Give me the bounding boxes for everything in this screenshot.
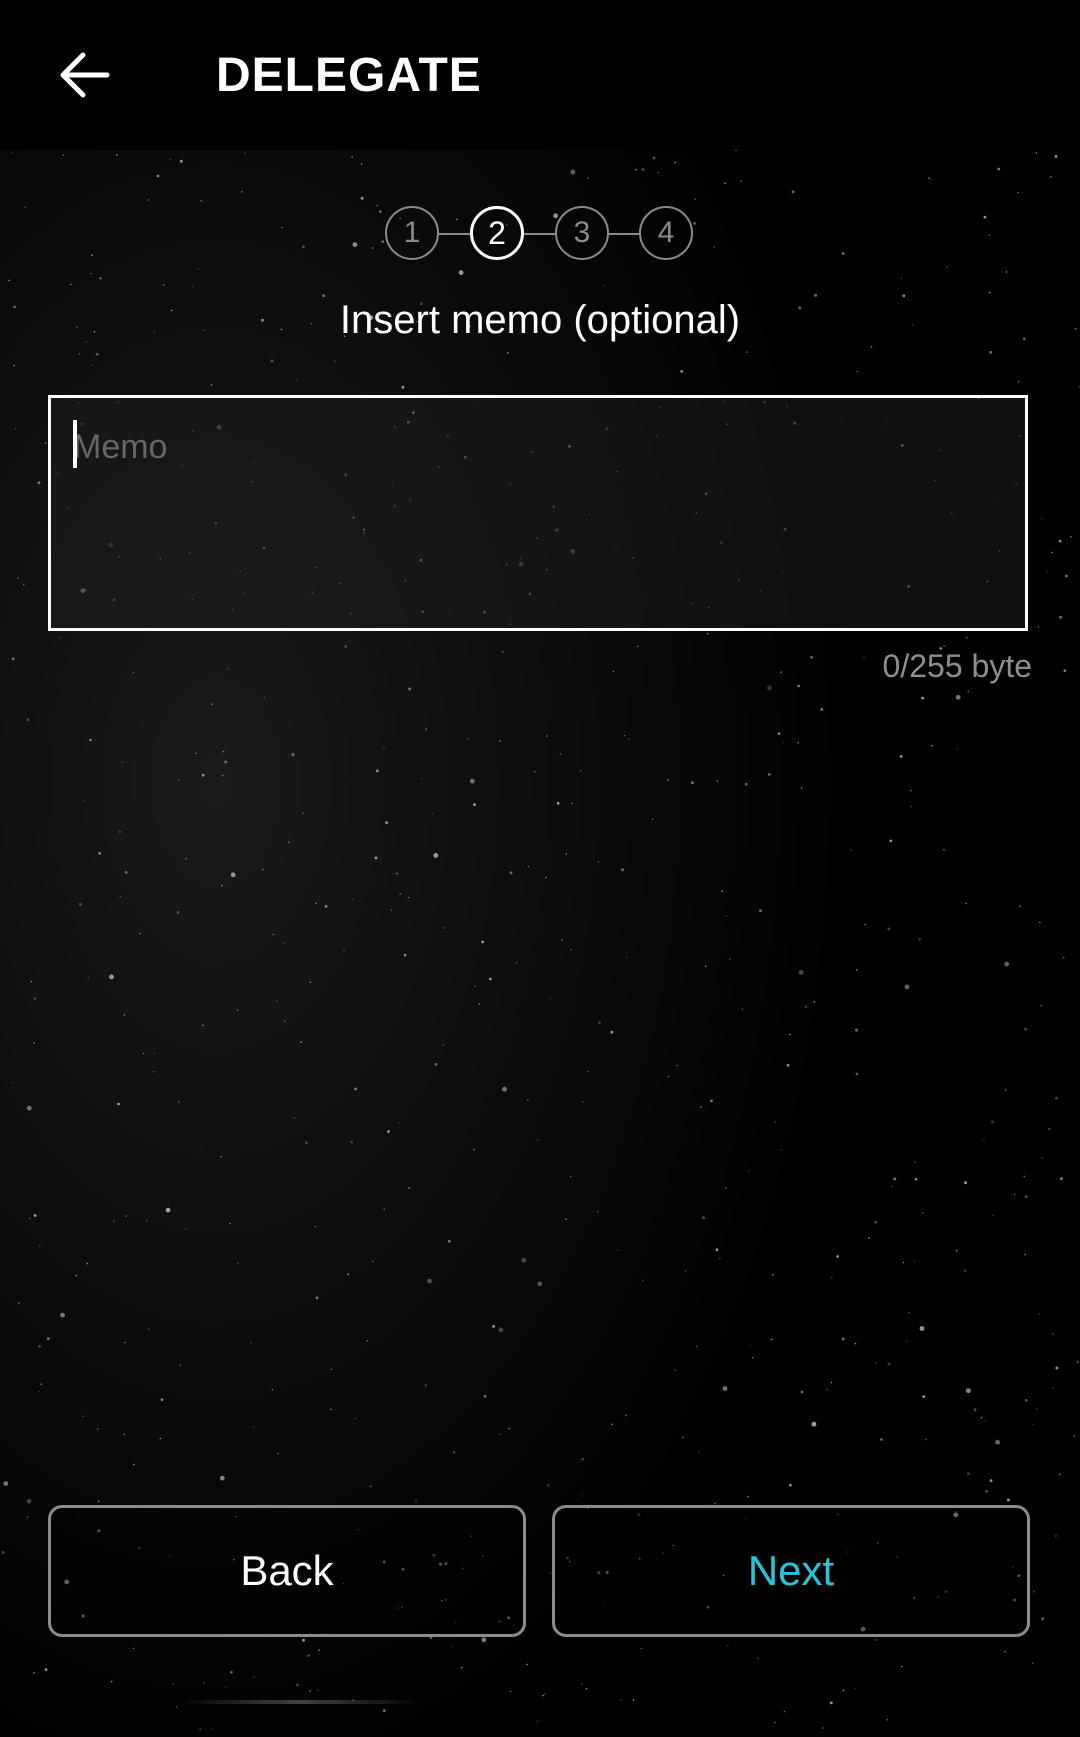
starfield-background xyxy=(0,0,1080,1737)
byte-counter: 0/255 byte xyxy=(882,648,1032,684)
step-2-current: 2 xyxy=(470,206,524,260)
step-4: 4 xyxy=(639,206,693,260)
step-connector xyxy=(609,233,641,235)
step-subtitle: Insert memo (optional) xyxy=(339,298,741,342)
memo-input[interactable] xyxy=(51,398,1025,628)
memo-field-container xyxy=(48,395,1028,631)
arrow-left-icon[interactable] xyxy=(55,45,115,105)
step-1: 1 xyxy=(385,206,439,260)
back-button[interactable]: Back xyxy=(48,1505,526,1637)
step-connector xyxy=(524,233,556,235)
step-connector xyxy=(439,233,471,235)
step-3: 3 xyxy=(555,206,609,260)
next-button[interactable]: Next xyxy=(552,1505,1030,1637)
page-title: DELEGATE xyxy=(216,49,482,102)
app-header: DELEGATE xyxy=(0,0,1080,150)
text-cursor xyxy=(73,420,77,468)
decorative-glow xyxy=(180,1700,420,1704)
